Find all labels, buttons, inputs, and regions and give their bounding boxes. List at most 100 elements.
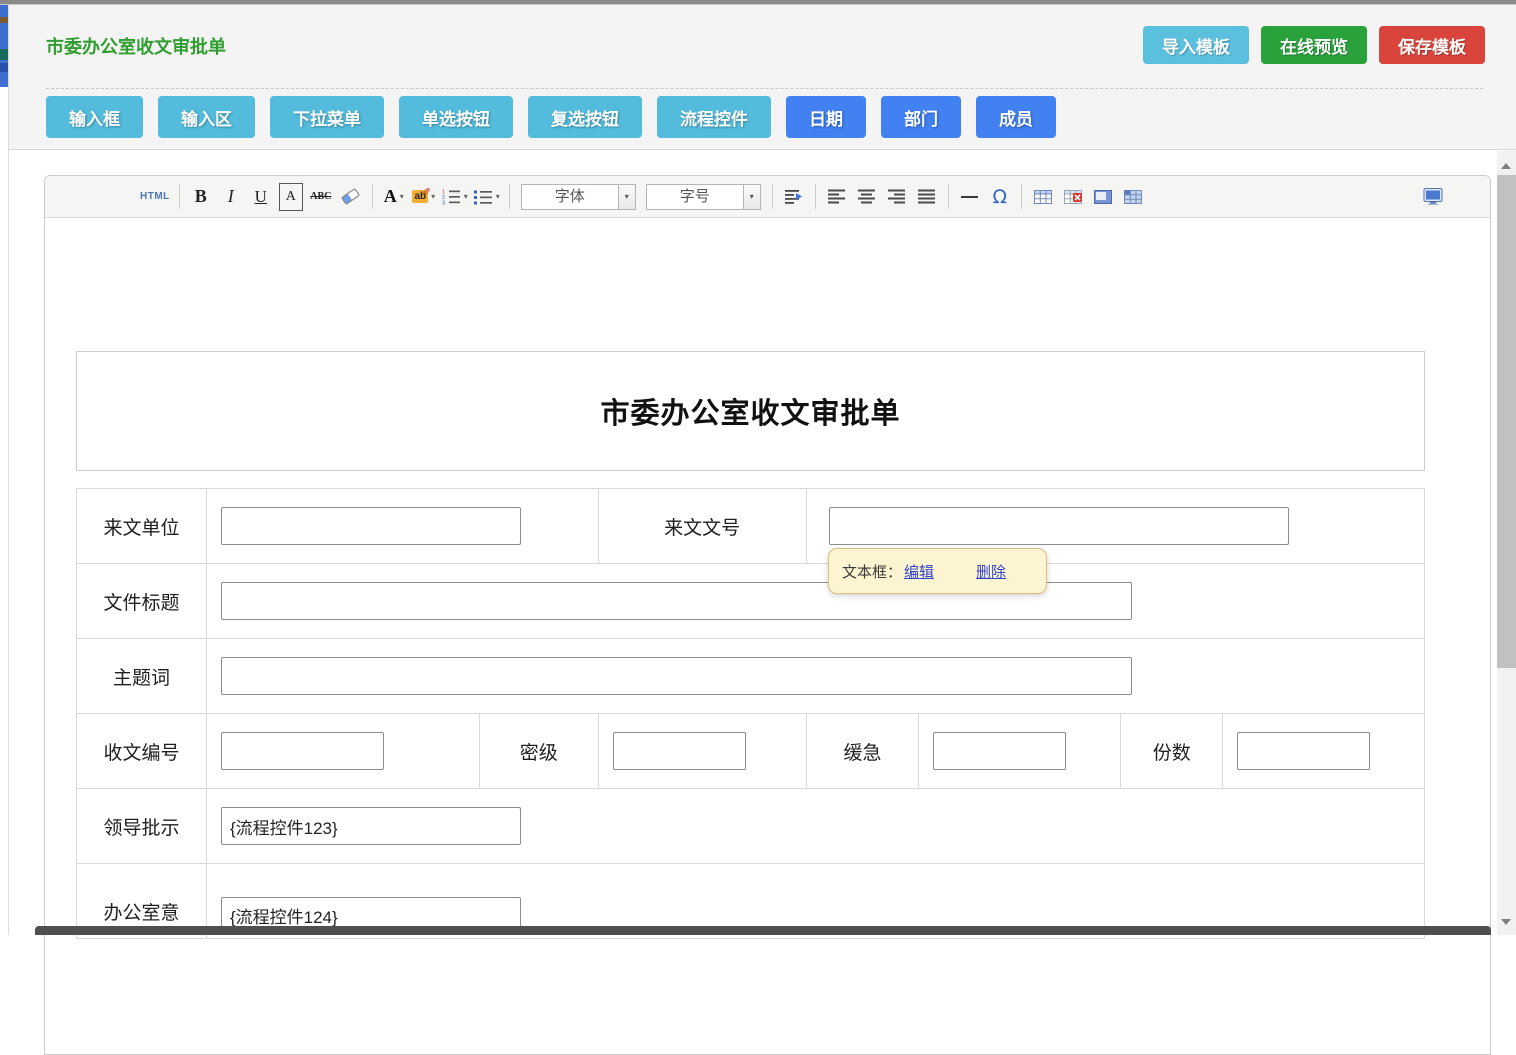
italic-button[interactable]: I (219, 183, 243, 211)
chevron-down-icon: ▾ (496, 192, 500, 201)
font-family-value: 字体 (522, 185, 618, 209)
insert-textarea-button[interactable]: 输入区 (158, 96, 255, 138)
insert-table-button[interactable] (1031, 183, 1055, 211)
align-left-button[interactable] (825, 183, 849, 211)
chevron-down-icon: ▾ (743, 185, 760, 209)
urgency-input[interactable] (933, 732, 1066, 770)
cell-properties-button[interactable] (1121, 183, 1145, 211)
align-justify-icon (918, 189, 935, 204)
scrollbar-thumb[interactable] (1497, 175, 1516, 668)
keywords-label: 主题词 (77, 639, 207, 714)
font-family-select[interactable]: 字体 ▾ (521, 184, 636, 210)
insert-department-button[interactable]: 部门 (881, 96, 961, 138)
align-right-button[interactable] (885, 183, 909, 211)
insert-date-button[interactable]: 日期 (786, 96, 866, 138)
ordered-list-icon: 1 2 3 (442, 188, 461, 205)
delete-field-link[interactable]: 删除 (976, 561, 1006, 582)
import-template-button[interactable]: 导入模板 (1143, 26, 1249, 64)
header-separator (46, 88, 1483, 89)
document-title-label: 文件标题 (77, 564, 207, 639)
panel-icon-fragment (0, 63, 8, 72)
insert-radio-button[interactable]: 单选按钮 (399, 96, 513, 138)
receipt-number-cell (206, 714, 479, 789)
font-color-button[interactable]: A ▾ (382, 183, 406, 211)
pencil-icon: ✎ (419, 186, 432, 195)
highlight-color-button[interactable]: ab ✎ ▾ (412, 183, 436, 211)
bold-button[interactable]: B (189, 183, 213, 211)
keywords-input[interactable] (221, 657, 1132, 695)
source-code-button[interactable]: HTML (140, 183, 170, 211)
toolbar-separator (772, 184, 773, 209)
editor-toolbar: HTML B I U A ABC A ▾ ab ✎ ▾ 1 2 3 ▾ (45, 176, 1490, 218)
panel-icon-fragment (0, 49, 8, 60)
table-properties-button[interactable] (1091, 183, 1115, 211)
align-center-button[interactable] (855, 183, 879, 211)
secrecy-level-input[interactable] (613, 732, 746, 770)
incoming-unit-label: 来文单位 (77, 489, 207, 564)
font-color-icon: A (384, 186, 397, 207)
table-row: 文件标题 (77, 564, 1425, 639)
insert-member-button[interactable]: 成员 (976, 96, 1056, 138)
eraser-icon (341, 188, 360, 205)
form-title-box[interactable]: 市委办公室收文审批单 (76, 351, 1425, 471)
font-format-button[interactable]: A (279, 183, 303, 211)
save-template-button[interactable]: 保存模板 (1379, 26, 1485, 64)
underline-button[interactable]: U (249, 183, 273, 211)
vertical-scrollbar[interactable] (1497, 151, 1516, 935)
insert-dropdown-button[interactable]: 下拉菜单 (270, 96, 384, 138)
edit-field-link[interactable]: 编辑 (904, 561, 934, 582)
horizontal-rule-button[interactable] (958, 183, 982, 211)
online-preview-button[interactable]: 在线预览 (1261, 26, 1367, 64)
special-character-button[interactable]: Ω (988, 183, 1012, 211)
form-title: 市委办公室收文审批单 (77, 352, 1424, 470)
document-number-input[interactable] (829, 507, 1289, 545)
align-left-icon (828, 189, 845, 204)
leader-comments-input[interactable] (221, 807, 521, 845)
scroll-up-arrow-icon[interactable] (1501, 163, 1511, 169)
table-row: 来文单位 来文文号 (77, 489, 1425, 564)
insert-textbox-button[interactable]: 输入框 (46, 96, 143, 138)
receipt-number-input[interactable] (221, 732, 384, 770)
table-properties-icon (1094, 190, 1112, 204)
table-row: 收文编号 密级 缓急 份数 (77, 714, 1425, 789)
unordered-list-button[interactable]: ▾ (474, 183, 500, 211)
strikethrough-button[interactable]: ABC (309, 183, 333, 211)
collapsed-left-panel-edge[interactable] (0, 5, 8, 87)
chevron-down-icon: ▾ (400, 192, 404, 201)
urgency-cell (919, 714, 1121, 789)
document-title-cell (206, 564, 1424, 639)
window-bottom-edge (35, 926, 1491, 935)
delete-table-button[interactable] (1061, 183, 1085, 211)
font-size-select[interactable]: 字号 ▾ (646, 184, 761, 210)
incoming-unit-input[interactable] (221, 507, 521, 545)
monitor-icon (1423, 188, 1443, 205)
chevron-down-icon: ▾ (618, 185, 635, 209)
insert-checkbox-button[interactable]: 复选按钮 (528, 96, 642, 138)
ordered-list-button[interactable]: 1 2 3 ▾ (442, 183, 468, 211)
indent-button[interactable] (782, 183, 806, 211)
rich-text-editor: HTML B I U A ABC A ▾ ab ✎ ▾ 1 2 3 ▾ (44, 175, 1491, 1055)
insert-table-icon (1034, 190, 1052, 204)
align-center-icon (858, 189, 875, 204)
cell-properties-icon (1124, 190, 1142, 204)
leader-comments-cell (206, 789, 1424, 864)
control-palette: 输入框 输入区 下拉菜单 单选按钮 复选按钮 流程控件 日期 部门 成员 (46, 96, 1056, 138)
copies-input[interactable] (1237, 732, 1370, 770)
toolbar-separator (179, 184, 180, 209)
toolbar-separator (509, 184, 510, 209)
tooltip-label: 文本框： (842, 561, 902, 582)
form-table: 来文单位 来文文号 文件标题 主题词 收文编号 密 (76, 488, 1425, 939)
font-size-value: 字号 (647, 185, 743, 209)
align-justify-button[interactable] (915, 183, 939, 211)
field-tooltip: 文本框： 编辑 删除 (828, 548, 1047, 594)
remove-format-button[interactable] (339, 183, 363, 211)
toolbar-separator (948, 184, 949, 209)
table-row: 主题词 (77, 639, 1425, 714)
incoming-unit-cell (206, 489, 598, 564)
header-actions: 导入模板 在线预览 保存模板 (1143, 26, 1485, 64)
fullscreen-button[interactable] (1421, 183, 1445, 211)
scroll-down-arrow-icon[interactable] (1501, 919, 1511, 925)
align-right-icon (888, 189, 905, 204)
insert-flow-control-button[interactable]: 流程控件 (657, 96, 771, 138)
document-number-label: 来文文号 (598, 489, 806, 564)
